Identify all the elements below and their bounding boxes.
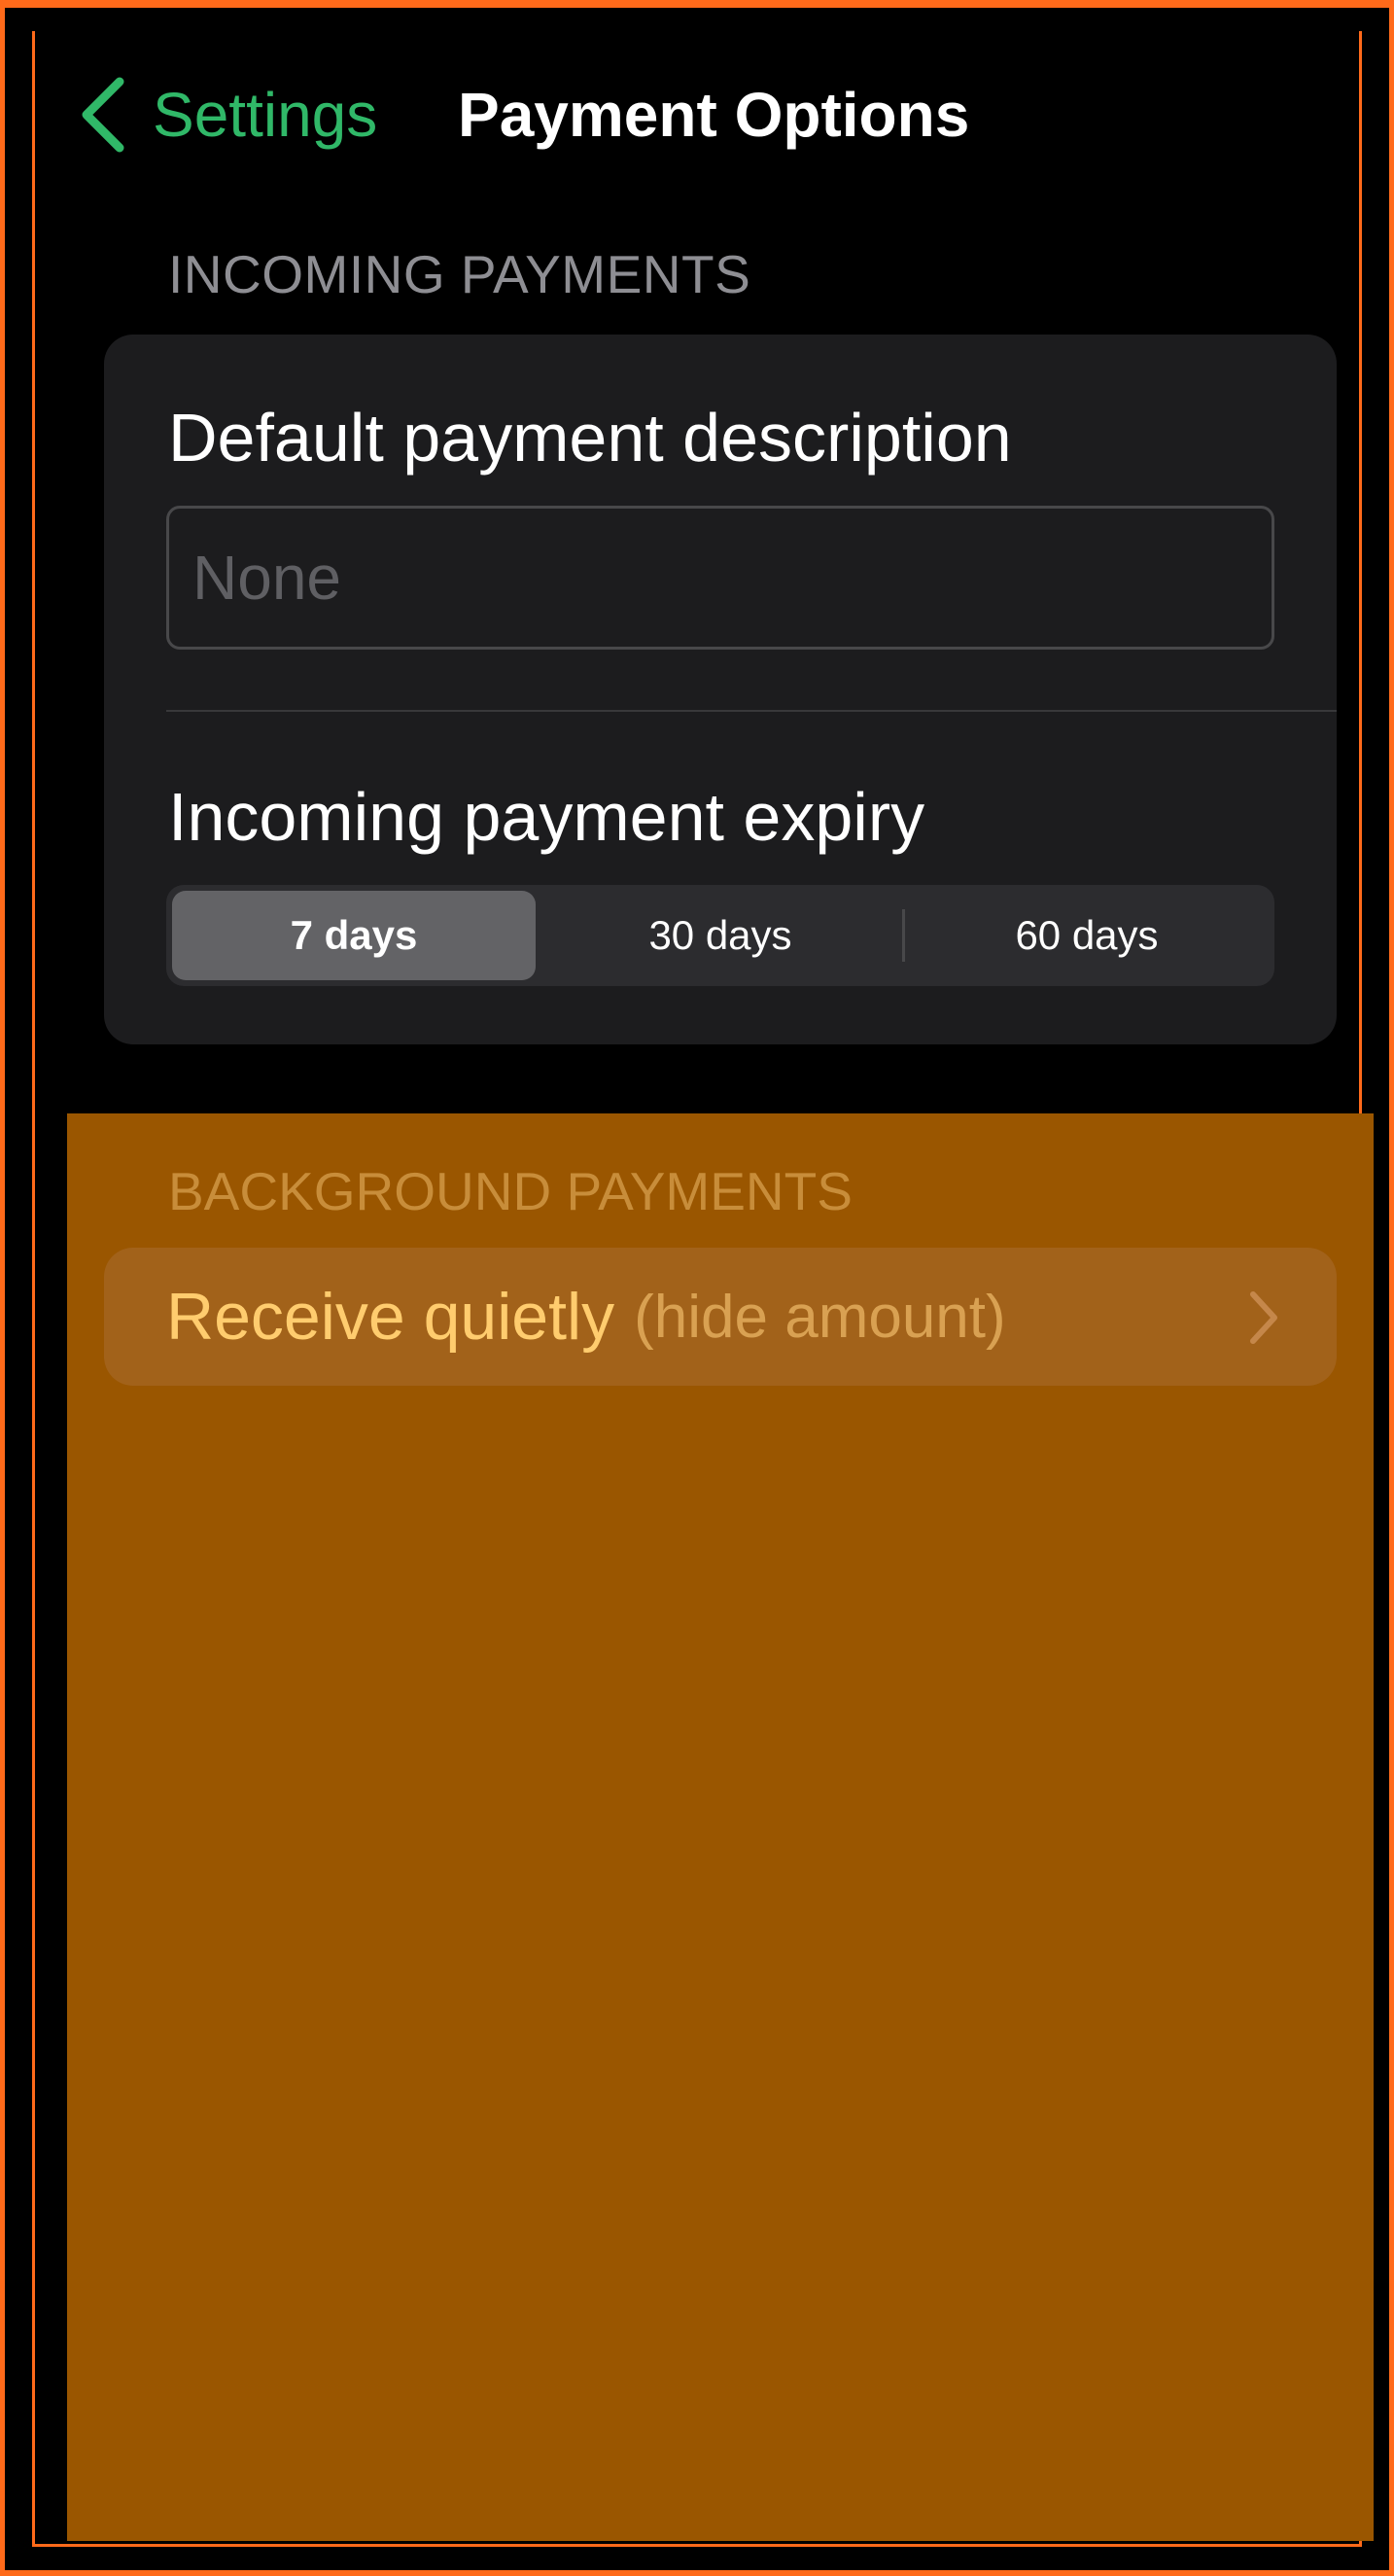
description-label: Default payment description — [168, 400, 1012, 476]
divider — [166, 710, 1337, 712]
navigation-bar: Settings Payment Options — [5, 56, 1389, 173]
back-button-label: Settings — [153, 80, 378, 150]
chevron-right-icon — [1250, 1291, 1277, 1344]
row-subtitle: (hide amount) — [634, 1283, 1006, 1351]
incoming-payments-card: Default payment description Incoming pay… — [104, 335, 1337, 1044]
back-button[interactable]: Settings — [77, 74, 377, 156]
row-title: Receive quietly — [166, 1280, 615, 1354]
expiry-segmented-control: 7 days 30 days 60 days — [166, 885, 1274, 986]
payment-description-input[interactable] — [166, 506, 1274, 650]
segment-30-days[interactable]: 30 days — [539, 891, 902, 980]
section-header-incoming: INCOMING PAYMENTS — [168, 244, 751, 304]
section-header-background: BACKGROUND PAYMENTS — [168, 1161, 853, 1221]
highlight-overlay: BACKGROUND PAYMENTS Receive quietly (hid… — [67, 1113, 1374, 2541]
receive-quietly-row[interactable]: Receive quietly (hide amount) — [104, 1248, 1337, 1386]
expiry-label: Incoming payment expiry — [168, 779, 925, 855]
segment-60-days[interactable]: 60 days — [905, 891, 1269, 980]
segment-7-days[interactable]: 7 days — [172, 891, 536, 980]
chevron-left-icon — [82, 77, 124, 153]
screen-frame: Settings Payment Options INCOMING PAYMEN… — [0, 0, 1394, 2576]
page-title: Payment Options — [458, 80, 970, 150]
